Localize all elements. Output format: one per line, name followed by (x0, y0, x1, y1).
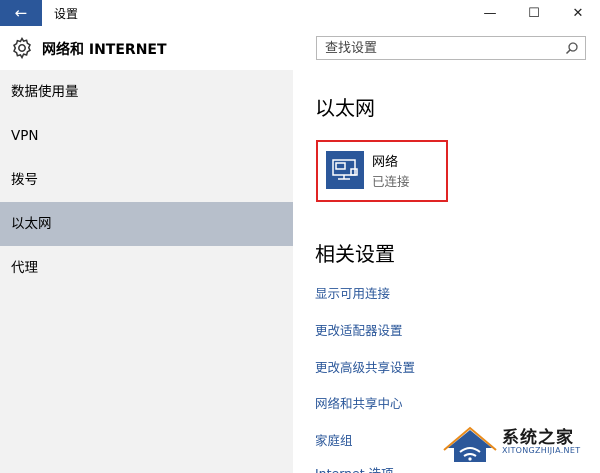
search-box[interactable] (316, 36, 586, 60)
sidebar-item-dialup[interactable]: 拨号 (0, 158, 293, 202)
window-controls: — ☐ ✕ (468, 0, 600, 26)
sidebar-item-label: 拨号 (11, 172, 38, 188)
maximize-icon: ☐ (528, 5, 540, 21)
page-title: 网络和 INTERNET (42, 42, 167, 58)
close-button[interactable]: ✕ (556, 0, 600, 26)
network-status: 已连接 (372, 174, 410, 189)
link-internet-options[interactable]: Internet 选项 (315, 463, 394, 473)
link-change-adapter-settings[interactable]: 更改适配器设置 (315, 320, 403, 339)
sidebar-item-vpn[interactable]: VPN (0, 114, 293, 158)
network-card[interactable]: 网络 已连接 (316, 140, 448, 202)
related-settings-title: 相关设置 (315, 242, 395, 266)
sidebar-item-label: 以太网 (11, 216, 52, 232)
sidebar-item-proxy[interactable]: 代理 (0, 246, 293, 290)
search-icon[interactable] (565, 41, 579, 55)
sidebar-item-label: 数据使用量 (11, 84, 79, 100)
sidebar: 数据使用量 VPN 拨号 以太网 代理 (0, 70, 293, 473)
maximize-button[interactable]: ☐ (512, 0, 556, 26)
sidebar-item-label: 代理 (11, 260, 38, 276)
back-arrow-icon: ← (14, 4, 28, 22)
window-title: 设置 (54, 7, 79, 21)
sidebar-item-ethernet[interactable]: 以太网 (0, 202, 293, 246)
sidebar-item-data-usage[interactable]: 数据使用量 (0, 70, 293, 114)
sidebar-item-label: VPN (11, 128, 39, 144)
watermark-subtext: XITONGZHIJIA.NET (502, 446, 581, 455)
network-name: 网络 (372, 155, 399, 170)
section-title: 以太网 (315, 96, 375, 120)
ethernet-monitor-icon (326, 151, 364, 189)
link-homegroup[interactable]: 家庭组 (315, 430, 353, 449)
gear-icon (13, 36, 31, 60)
watermark-text: 系统之家 (502, 428, 574, 448)
link-show-available-connections[interactable]: 显示可用连接 (315, 283, 390, 302)
close-icon: ✕ (572, 5, 584, 21)
link-network-sharing-center[interactable]: 网络和共享中心 (315, 393, 403, 412)
back-button[interactable]: ← (0, 0, 42, 26)
minimize-button[interactable]: — (468, 0, 512, 26)
minimize-icon: — (483, 5, 497, 21)
search-input[interactable] (317, 37, 557, 60)
link-advanced-sharing-settings[interactable]: 更改高级共享设置 (315, 357, 415, 376)
title-bar: ← 设置 — ☐ ✕ (0, 0, 600, 26)
page-header: 网络和 INTERNET (0, 26, 600, 70)
